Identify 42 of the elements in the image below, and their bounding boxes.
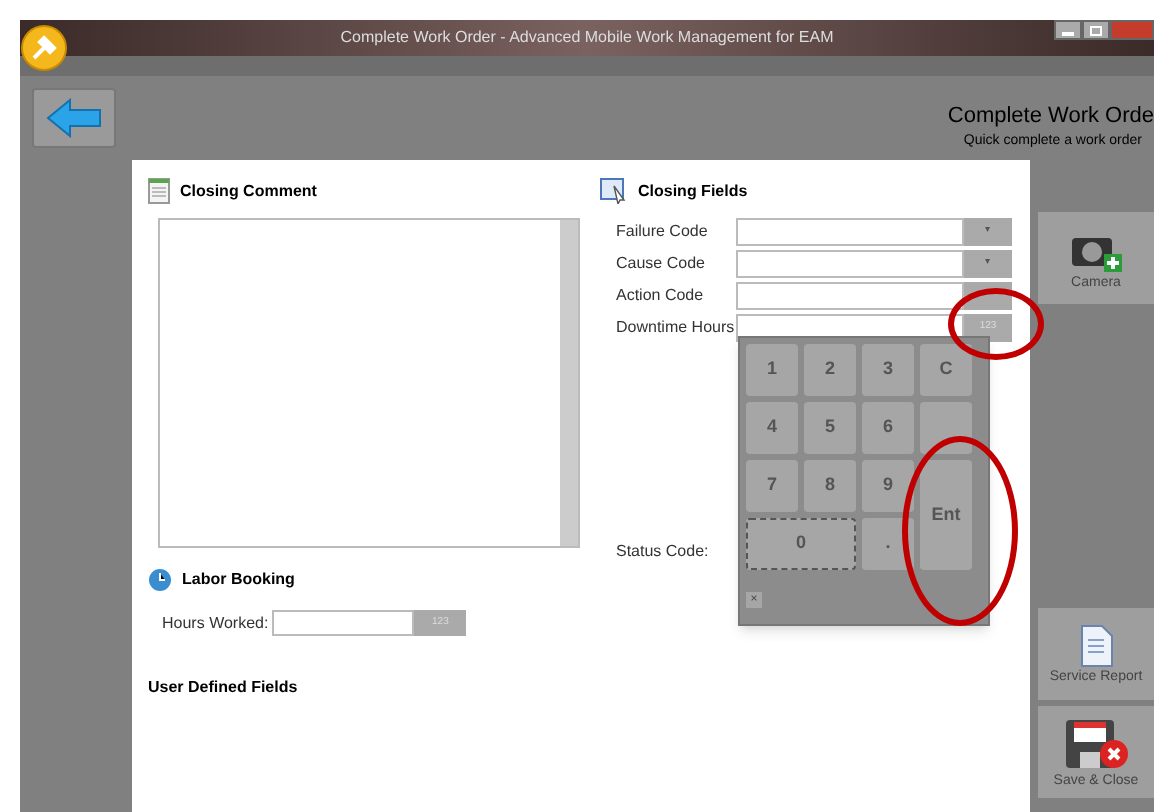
keypad-key[interactable]: 5	[804, 402, 856, 454]
field-label: Downtime Hours	[616, 316, 736, 340]
back-arrow-icon	[46, 98, 102, 138]
section-heading: User Defined Fields	[148, 676, 300, 700]
clock-icon	[148, 568, 172, 592]
field-label: Cause Code	[616, 252, 707, 276]
scrollbar[interactable]	[560, 220, 578, 546]
section-heading: Labor Booking	[182, 568, 295, 592]
field-label: Hours Worked:	[162, 611, 269, 635]
field-label: Status Code:	[616, 540, 709, 564]
minimize-button[interactable]	[1054, 20, 1082, 40]
keypad-key[interactable]: 1	[746, 344, 798, 396]
keypad-key[interactable]: 2	[804, 344, 856, 396]
notepad-icon	[148, 178, 170, 204]
enter-key[interactable]: Ent	[920, 460, 972, 570]
keypad-key[interactable]: 4	[746, 402, 798, 454]
document-icon	[1078, 623, 1114, 667]
page-title: Complete Work Orde	[947, 101, 1154, 131]
back-button[interactable]	[32, 88, 116, 148]
dropdown-field[interactable]	[736, 218, 964, 246]
field-label: Action Code	[616, 284, 706, 308]
cursor-icon	[600, 178, 628, 204]
keypad-key[interactable]: 0	[746, 518, 856, 570]
keypad-key[interactable]: 3	[862, 344, 914, 396]
section-heading: Closing Comment	[180, 179, 317, 203]
keypad-key[interactable]: 8	[804, 460, 856, 512]
dropdown-field[interactable]	[736, 250, 964, 278]
section-heading: Closing Fields	[638, 179, 748, 203]
maximize-button[interactable]	[1082, 20, 1110, 40]
wrench-icon	[20, 24, 68, 72]
keypad-key[interactable]: .	[862, 518, 914, 570]
field-label: Failure Code	[616, 220, 710, 244]
comment-textarea[interactable]	[158, 218, 580, 548]
keypad-key[interactable]: 7	[746, 460, 798, 512]
keypad-key[interactable]: 6	[862, 402, 914, 454]
window-title: Complete Work Order - Advanced Mobile Work Management for EAM	[340, 26, 834, 50]
dropdown-field[interactable]	[736, 282, 964, 310]
keypad-key[interactable]: C	[920, 344, 972, 396]
keypad-key[interactable]	[920, 402, 972, 454]
save-close-icon	[1062, 715, 1130, 771]
hours-worked-field[interactable]	[272, 610, 415, 636]
keypad-key[interactable]: 9	[862, 460, 914, 512]
